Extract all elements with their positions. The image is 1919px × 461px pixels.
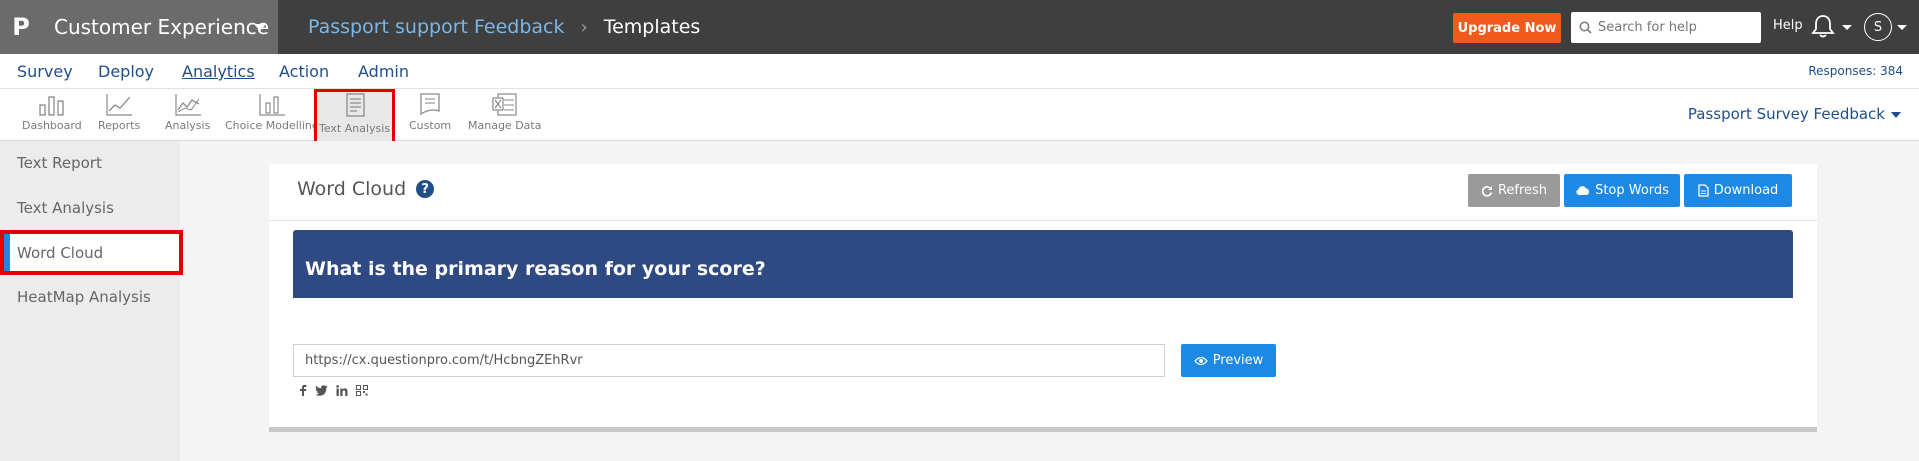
breadcrumb-current: Templates [603, 16, 701, 38]
search-icon [1579, 21, 1592, 34]
tool-label: Reports [98, 119, 141, 132]
stop-words-button[interactable]: Stop Words [1564, 174, 1680, 207]
tool-label: Manage Data [468, 119, 542, 132]
notifications-button[interactable] [1811, 13, 1835, 43]
breadcrumb-separator: › [580, 16, 588, 38]
preview-label: Preview [1212, 353, 1264, 368]
share-icons [299, 384, 368, 396]
line-chart-icon [106, 94, 133, 116]
responses-count: Responses: 384 [1808, 64, 1903, 78]
sidebar-item-word-cloud[interactable]: Word Cloud [0, 230, 183, 275]
help-search-input[interactable] [1598, 20, 1758, 35]
divider [269, 220, 1817, 221]
tool-label: Custom [409, 119, 452, 132]
tool-dashboard[interactable]: Dashboard [22, 91, 82, 132]
dashboard-icon [39, 96, 64, 116]
product-name: Customer Experience [54, 15, 270, 39]
breadcrumb-survey-link[interactable]: Passport support Feedback [308, 16, 565, 38]
stop-words-label: Stop Words [1595, 183, 1669, 198]
refresh-label: Refresh [1497, 183, 1548, 198]
analysis-chart-icon [175, 94, 201, 116]
chevron-down-icon[interactable] [1842, 25, 1852, 30]
refresh-icon [1481, 185, 1493, 197]
tool-analysis[interactable]: Analysis [165, 91, 210, 132]
survey-selector-label: Passport Survey Feedback [1687, 105, 1885, 123]
menu-deploy[interactable]: Deploy [98, 62, 154, 81]
preview-button[interactable]: Preview [1181, 344, 1276, 377]
tool-manage-data[interactable]: Manage Data [468, 91, 541, 132]
word-cloud-panel: Word Cloud ? Refresh Stop Words Download… [269, 164, 1817, 432]
sidebar-item-heatmap-analysis[interactable]: HeatMap Analysis [17, 288, 151, 306]
panel-title-text: Word Cloud [297, 178, 407, 200]
sidebar-item-text-report[interactable]: Text Report [17, 154, 102, 172]
eye-icon [1193, 356, 1208, 365]
choice-modelling-icon [259, 94, 285, 116]
avatar[interactable]: S [1864, 13, 1892, 41]
tool-label: Text Analysis [319, 122, 391, 135]
help-search [1571, 12, 1761, 43]
linkedin-icon[interactable] [336, 384, 348, 396]
main-menu: Survey Deploy Analytics Action Admin Res… [0, 54, 1919, 89]
breadcrumb: Passport support Feedback › Templates [308, 0, 700, 54]
page-title: Word Cloud ? [297, 178, 435, 200]
menu-survey[interactable]: Survey [17, 62, 73, 81]
help-link[interactable]: Help [1773, 18, 1803, 33]
facebook-icon[interactable] [299, 384, 307, 396]
qr-code-icon[interactable] [356, 384, 368, 396]
bell-icon [1811, 15, 1835, 38]
chevron-down-icon[interactable] [1897, 25, 1907, 30]
text-analysis-icon [345, 93, 365, 117]
question-header: What is the primary reason for your scor… [293, 230, 1793, 298]
sidebar-item-text-analysis[interactable]: Text Analysis [17, 199, 114, 217]
custom-report-icon [420, 93, 440, 116]
file-icon [1698, 184, 1709, 197]
cloud-icon [1576, 186, 1590, 195]
help-icon[interactable]: ? [416, 180, 435, 198]
top-bar: P Customer Experience Passport support F… [0, 0, 1919, 54]
tool-label: Dashboard [22, 119, 82, 132]
product-switcher[interactable]: P Customer Experience [0, 0, 278, 54]
menu-analytics[interactable]: Analytics [182, 62, 255, 81]
analytics-toolbar: Dashboard Reports Analysis Choice Modell… [0, 89, 1919, 145]
question-text: What is the primary reason for your scor… [305, 258, 766, 280]
tool-custom[interactable]: Custom [409, 91, 451, 132]
sidebar-item-label: Word Cloud [17, 243, 104, 262]
tool-text-analysis[interactable]: Text Analysis [314, 89, 396, 145]
questionpro-logo: P [12, 13, 30, 41]
share-url-field[interactable] [293, 344, 1165, 377]
text-analysis-sidebar: Text Report Text Analysis Word Cloud Hea… [0, 141, 183, 461]
download-label: Download [1713, 183, 1779, 198]
download-button[interactable]: Download [1684, 174, 1792, 207]
twitter-icon[interactable] [315, 384, 328, 396]
menu-admin[interactable]: Admin [358, 62, 409, 81]
upgrade-now-button[interactable]: Upgrade Now [1453, 13, 1561, 43]
refresh-button[interactable]: Refresh [1468, 174, 1560, 207]
tool-choice-modelling[interactable]: Choice Modelling [225, 91, 319, 132]
survey-selector[interactable]: Passport Survey Feedback [1688, 105, 1901, 123]
excel-file-icon [492, 93, 517, 116]
tool-label: Choice Modelling [225, 119, 319, 132]
chevron-down-icon [1891, 111, 1901, 118]
tool-reports[interactable]: Reports [98, 91, 140, 132]
chevron-down-icon [254, 24, 266, 31]
tool-label: Analysis [165, 119, 211, 132]
menu-action[interactable]: Action [279, 62, 329, 81]
